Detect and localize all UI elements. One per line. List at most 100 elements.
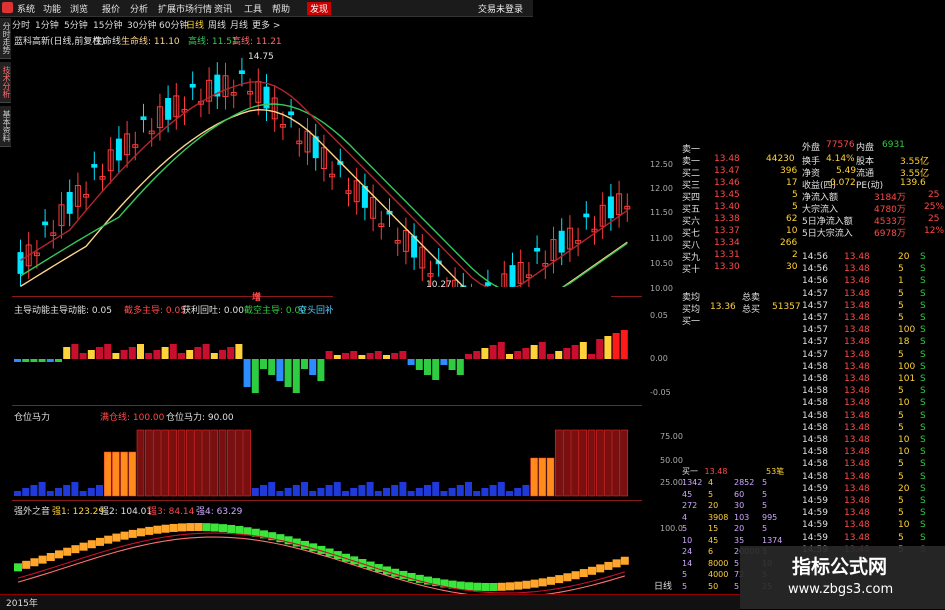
- histogram-bar: [55, 488, 62, 496]
- histogram-bar: [227, 430, 234, 496]
- sidetab-timeshare[interactable]: 分时走势: [0, 18, 11, 59]
- menu-function[interactable]: 功能: [43, 2, 61, 15]
- order-level-row[interactable]: 买五13.405: [680, 202, 802, 213]
- histogram-bar: [30, 485, 37, 496]
- histogram-bar: [621, 330, 628, 359]
- histogram-bar: [449, 488, 456, 496]
- wave-block: [244, 527, 252, 535]
- menu-news[interactable]: 资讯: [214, 2, 232, 15]
- wave-block: [481, 583, 489, 591]
- wave-block: [55, 550, 63, 558]
- ind2-tick: 25.00: [660, 478, 683, 487]
- order-level-row[interactable]: 买十13.3030: [680, 262, 802, 273]
- order-level-row[interactable]: 买三13.4617: [680, 178, 802, 189]
- histogram-bar: [522, 485, 529, 496]
- menu-quote[interactable]: 报价: [102, 2, 120, 15]
- candle-body: [18, 253, 23, 274]
- histogram-bar: [432, 359, 439, 380]
- period-5min[interactable]: 5分钟: [64, 18, 88, 31]
- ind1-tick: -0.05: [650, 388, 671, 397]
- menu-extended-market[interactable]: 扩展市场行情: [158, 2, 212, 15]
- period-timeshare[interactable]: 分时: [12, 18, 30, 31]
- histogram-bar: [186, 350, 193, 359]
- period-weekly[interactable]: 周线: [208, 18, 226, 31]
- candle-body: [608, 197, 613, 218]
- histogram-bar: [399, 351, 406, 359]
- wave-block: [121, 532, 129, 540]
- order-level-row[interactable]: 买七13.3710: [680, 226, 802, 237]
- period-bar: 分时 1分钟 5分钟 15分钟 30分钟 60分钟 日线 周线 月线 更多 >: [12, 18, 532, 32]
- wave-block: [211, 524, 219, 532]
- period-15min[interactable]: 15分钟: [93, 18, 122, 31]
- histogram-bar: [481, 348, 488, 359]
- period-more[interactable]: 更多 >: [252, 18, 280, 31]
- tick-row: 14:5813.4810S: [802, 447, 945, 458]
- menu-browse[interactable]: 浏览: [70, 2, 88, 15]
- histogram-bar: [572, 430, 579, 496]
- tick-row: 14:5913.485S: [802, 496, 945, 507]
- period-60min[interactable]: 60分钟: [159, 18, 188, 31]
- histogram-bar: [408, 359, 415, 365]
- histogram-bar: [342, 353, 349, 359]
- histogram-bar: [285, 359, 292, 387]
- order-level-row[interactable]: 买四13.455: [680, 190, 802, 201]
- menu-help[interactable]: 帮助: [272, 2, 290, 15]
- order-level-row[interactable]: 买九13.312: [680, 250, 802, 261]
- candle-body: [92, 165, 97, 168]
- wave-block: [30, 558, 38, 566]
- wave-block: [547, 577, 555, 585]
- histogram-bar: [317, 488, 324, 496]
- period-daily[interactable]: 日线: [186, 18, 204, 31]
- order-level-row[interactable]: 买八13.34266: [680, 238, 802, 249]
- price-tick: 11.00: [650, 234, 673, 243]
- ind1-histogram[interactable]: [12, 315, 652, 407]
- wave-block: [235, 526, 243, 534]
- histogram-bar: [383, 488, 390, 496]
- ind2-histogram[interactable]: [12, 420, 652, 500]
- histogram-bar: [211, 430, 218, 496]
- ind3-chart[interactable]: [12, 512, 652, 594]
- menu-system[interactable]: 系统: [17, 2, 35, 15]
- histogram-bar: [121, 350, 128, 359]
- app-logo-icon: [2, 2, 13, 13]
- wave-block: [604, 562, 612, 570]
- period-1min[interactable]: 1分钟: [35, 18, 59, 31]
- histogram-bar: [596, 430, 603, 496]
- histogram-bar: [153, 350, 160, 359]
- histogram-bar: [178, 353, 185, 359]
- watermark-badge: 指标公式网 www.zbgs3.com: [740, 546, 945, 609]
- wave-block: [88, 540, 96, 548]
- order-level-row[interactable]: 买二13.47396: [680, 166, 802, 177]
- histogram-bar: [145, 353, 152, 359]
- period-30min[interactable]: 30分钟: [127, 18, 156, 31]
- ind2-tick: 75.00: [660, 432, 683, 441]
- menu-analysis[interactable]: 分析: [130, 2, 148, 15]
- histogram-bar: [596, 339, 603, 359]
- histogram-bar: [30, 359, 37, 362]
- period-indicator[interactable]: 日线: [654, 579, 672, 592]
- histogram-bar: [424, 359, 431, 375]
- menu-discover[interactable]: 发现: [307, 2, 331, 15]
- menu-tools[interactable]: 工具: [244, 2, 262, 15]
- histogram-bar: [457, 359, 464, 375]
- order-level-row[interactable]: 买六13.3862: [680, 214, 802, 225]
- histogram-bar: [178, 430, 185, 496]
- order-level-row[interactable]: 卖一13.4844230: [680, 154, 802, 165]
- histogram-bar: [104, 452, 111, 496]
- wave-block: [137, 528, 145, 536]
- peak-price-label: 14.75: [248, 52, 274, 62]
- histogram-bar: [104, 344, 111, 359]
- sidetab-technical[interactable]: 技术分析: [0, 62, 11, 103]
- histogram-bar: [96, 485, 103, 496]
- histogram-bar: [383, 355, 390, 359]
- price-tick: 11.50: [650, 208, 673, 217]
- sidetab-fundamentals[interactable]: 基本资料: [0, 106, 11, 147]
- histogram-bar: [80, 353, 87, 359]
- wave-block: [39, 556, 47, 564]
- tick-row: 14:5813.485S: [802, 472, 945, 483]
- wave-block: [465, 582, 473, 590]
- period-monthly[interactable]: 月线: [230, 18, 248, 31]
- wave-block: [580, 569, 588, 577]
- pane-separator: [12, 405, 642, 406]
- histogram-bar: [293, 485, 300, 496]
